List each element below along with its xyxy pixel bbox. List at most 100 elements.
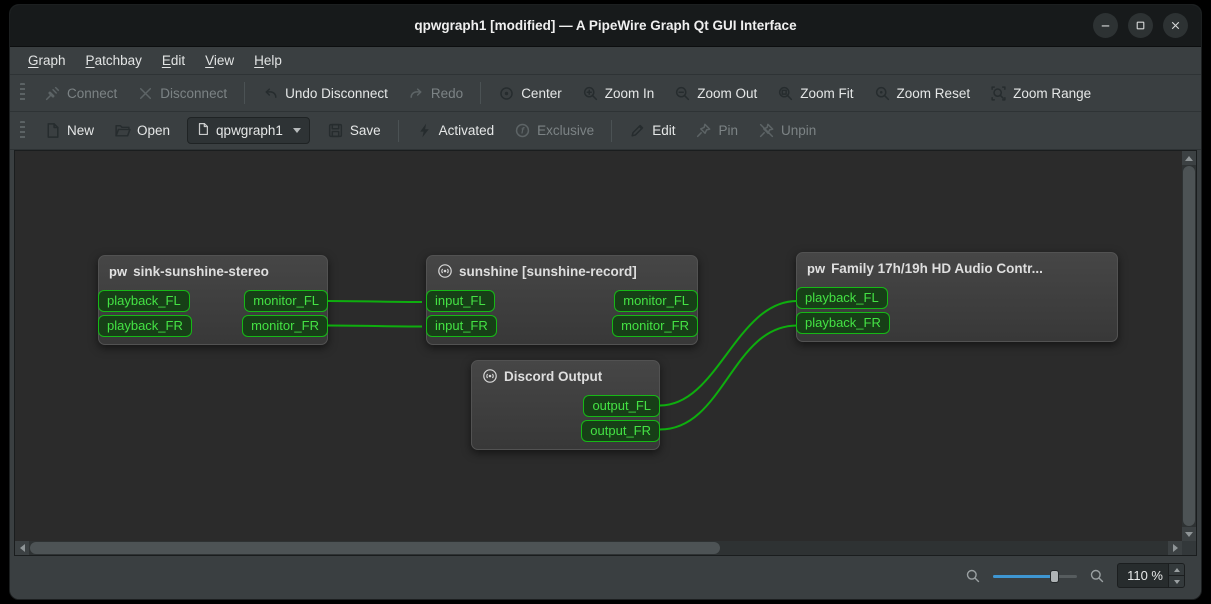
scroll-left-button[interactable] xyxy=(15,541,29,555)
node-discord-output[interactable]: Discord Output output_FL output_FR xyxy=(471,360,660,450)
port-output-fr[interactable]: output_FR xyxy=(581,420,660,442)
zoom-out-icon[interactable] xyxy=(965,568,981,584)
menu-view[interactable]: View xyxy=(195,49,244,72)
scroll-up-button[interactable] xyxy=(1182,151,1196,165)
arrow-up-icon xyxy=(1185,155,1193,161)
patchbay-toolbar: New Open qpwgraph1 Save Activated f Excl… xyxy=(10,112,1201,150)
save-button[interactable]: Save xyxy=(318,117,390,144)
button-label: Zoom Fit xyxy=(800,85,854,101)
vertical-scrollbar-handle[interactable] xyxy=(1183,166,1195,526)
window-controls xyxy=(1093,5,1188,46)
button-label: Exclusive xyxy=(537,123,595,138)
horizontal-scrollbar-handle[interactable] xyxy=(30,542,720,554)
port-playback-fl[interactable]: playback_FL xyxy=(98,290,190,312)
titlebar[interactable]: qpwgraph1 [modified] — A PipeWire Graph … xyxy=(10,5,1201,47)
connect-icon xyxy=(44,85,61,102)
arrow-up-icon xyxy=(1173,567,1180,572)
close-button[interactable] xyxy=(1163,13,1188,38)
zoom-in-button[interactable]: Zoom In xyxy=(573,80,664,107)
zoom-reset-button[interactable]: Zoom Reset xyxy=(865,80,980,107)
button-label: Edit xyxy=(652,123,676,138)
node-title: Discord Output xyxy=(504,368,603,384)
pipewire-icon: pw xyxy=(807,260,826,276)
port-input-fr[interactable]: input_FR xyxy=(426,315,497,337)
toolbar-separator xyxy=(480,82,482,104)
node-header: Discord Output xyxy=(472,361,659,391)
zoom-out-icon xyxy=(674,85,691,102)
scroll-down-button[interactable] xyxy=(1182,527,1196,541)
port-monitor-fr[interactable]: monitor_FR xyxy=(242,315,328,337)
zoom-slider[interactable] xyxy=(993,568,1077,584)
node-header: pw Family 17h/19h HD Audio Contr... xyxy=(797,253,1117,283)
redo-button[interactable]: Redo xyxy=(399,80,472,107)
port-monitor-fl[interactable]: monitor_FL xyxy=(614,290,698,312)
scroll-right-button[interactable] xyxy=(1168,541,1182,555)
menu-patchbay[interactable]: Patchbay xyxy=(76,49,152,72)
menu-help[interactable]: Help xyxy=(244,49,292,72)
activated-toggle[interactable]: Activated xyxy=(407,117,504,144)
undo-icon xyxy=(262,85,279,102)
menu-edit[interactable]: Edit xyxy=(152,49,195,72)
edit-toggle[interactable]: Edit xyxy=(620,117,684,144)
zoom-slider-handle[interactable] xyxy=(1050,569,1059,583)
node-family-hd-audio[interactable]: pw Family 17h/19h HD Audio Contr... play… xyxy=(796,252,1118,342)
zoom-reset-icon xyxy=(874,85,891,102)
port-output-fl[interactable]: output_FL xyxy=(583,395,660,417)
port-playback-fl[interactable]: playback_FL xyxy=(796,287,888,309)
zoom-range-button[interactable]: Zoom Range xyxy=(981,80,1100,107)
menu-label: iew xyxy=(213,53,235,68)
new-file-icon xyxy=(44,122,61,139)
menu-label: elp xyxy=(263,53,282,68)
center-button[interactable]: Center xyxy=(489,80,571,107)
spin-down-button[interactable] xyxy=(1169,575,1184,587)
menu-label: dit xyxy=(170,53,186,68)
button-label: Undo Disconnect xyxy=(285,85,388,101)
undo-disconnect-button[interactable]: Undo Disconnect xyxy=(253,80,397,107)
graph-toolbar: Connect Disconnect Undo Disconnect Redo … xyxy=(10,75,1201,112)
disconnect-icon xyxy=(137,85,154,102)
button-label: Connect xyxy=(67,85,118,101)
patchbay-profile-combobox[interactable]: qpwgraph1 xyxy=(187,117,310,144)
zoom-fit-icon xyxy=(777,85,794,102)
open-button[interactable]: Open xyxy=(105,117,179,144)
zoom-percent-spinbox[interactable]: 110 % xyxy=(1117,563,1185,588)
maximize-button[interactable] xyxy=(1128,13,1153,38)
horizontal-scrollbar[interactable] xyxy=(15,541,1182,555)
port-playback-fr[interactable]: playback_FR xyxy=(98,315,192,337)
minimize-button[interactable] xyxy=(1093,13,1118,38)
menubar: Graph Patchbay Edit View Help xyxy=(10,47,1201,75)
zoom-out-button[interactable]: Zoom Out xyxy=(665,80,766,107)
port-monitor-fl[interactable]: monitor_FL xyxy=(244,290,328,312)
menu-label: H xyxy=(254,53,264,68)
new-button[interactable]: New xyxy=(35,117,103,144)
connect-button[interactable]: Connect xyxy=(35,80,126,107)
svg-text:f: f xyxy=(521,126,525,136)
toolbar-handle[interactable] xyxy=(20,120,25,141)
unpin-button[interactable]: Unpin xyxy=(749,117,825,144)
toolbar-handle[interactable] xyxy=(20,83,25,103)
port-playback-fr[interactable]: playback_FR xyxy=(796,312,890,334)
pin-button[interactable]: Pin xyxy=(686,117,747,144)
pencil-icon xyxy=(629,122,646,139)
zoom-in-icon[interactable] xyxy=(1089,568,1105,584)
menu-label: E xyxy=(161,53,171,68)
minimize-icon xyxy=(1101,25,1110,27)
exclusive-toggle[interactable]: f Exclusive xyxy=(505,117,603,144)
node-sunshine-record[interactable]: sunshine [sunshine-record] input_FL inpu… xyxy=(426,255,698,345)
scrollbar-corner xyxy=(1182,541,1196,555)
vertical-scrollbar[interactable] xyxy=(1182,151,1196,541)
menu-graph[interactable]: Graph xyxy=(18,49,76,72)
disconnect-button[interactable]: Disconnect xyxy=(128,80,236,107)
node-sink-sunshine-stereo[interactable]: pw sink-sunshine-stereo playback_FL play… xyxy=(98,255,328,345)
button-label: Pin xyxy=(718,123,738,138)
arrow-down-icon xyxy=(1173,579,1180,584)
node-title: sink-sunshine-stereo xyxy=(133,263,269,279)
zoom-fit-button[interactable]: Zoom Fit xyxy=(768,80,862,107)
redo-icon xyxy=(408,85,425,102)
zoom-percent-value[interactable]: 110 % xyxy=(1118,564,1168,587)
connection-wires xyxy=(327,300,798,431)
port-input-fl[interactable]: input_FL xyxy=(426,290,495,312)
port-monitor-fr[interactable]: monitor_FR xyxy=(612,315,698,337)
graph-canvas[interactable]: pw sink-sunshine-stereo playback_FL play… xyxy=(14,150,1197,556)
spin-up-button[interactable] xyxy=(1169,564,1184,575)
